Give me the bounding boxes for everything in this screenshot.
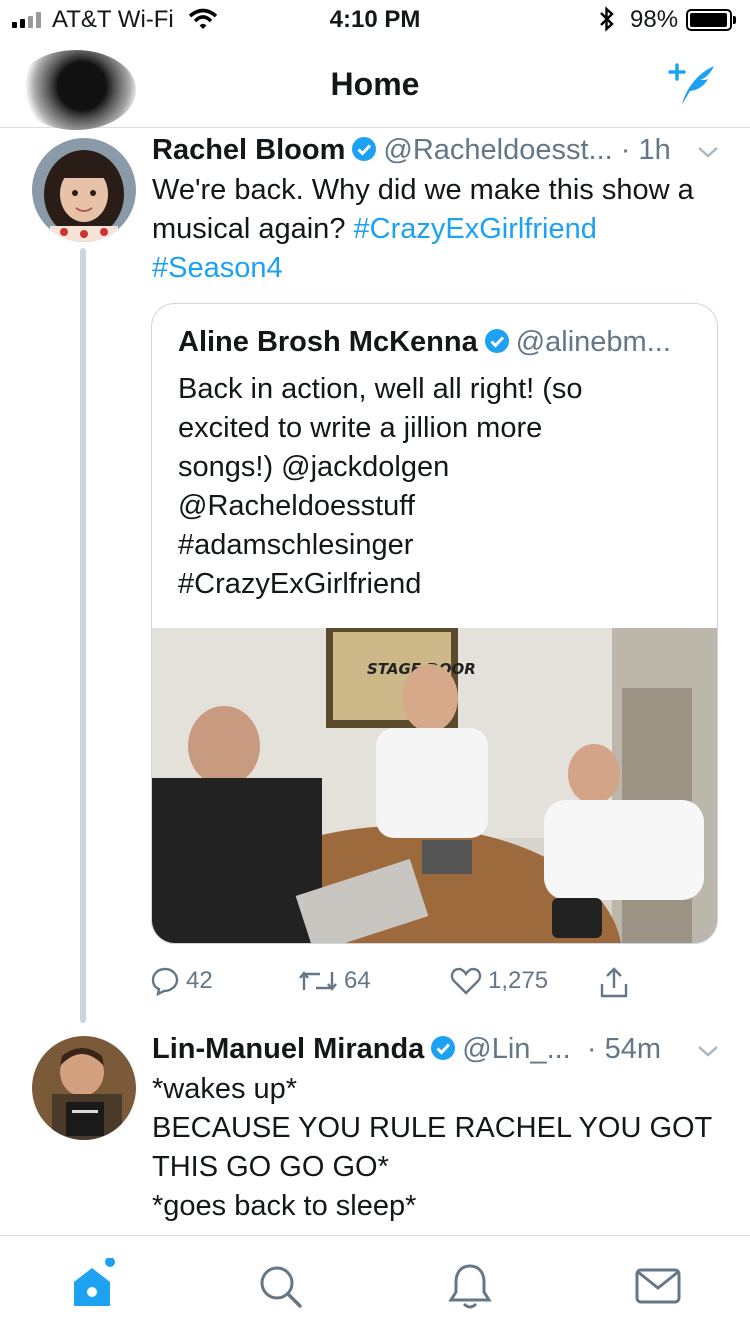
- quoted-tweet-header: Aline Brosh McKenna @alinebm...: [178, 326, 671, 359]
- tweet-line: *wakes up*: [152, 1073, 298, 1105]
- compose-tweet-icon[interactable]: [664, 60, 718, 108]
- quoted-tweet-card[interactable]: Aline Brosh McKenna @alinebm... Back in a…: [151, 303, 718, 944]
- share-button[interactable]: [598, 966, 630, 1000]
- nav-bar: Home: [0, 40, 750, 130]
- quoted-line: excited to write a jillion more: [178, 412, 543, 444]
- tweet-header: Lin-Manuel Miranda @Lin_... · 54m: [152, 1033, 661, 1066]
- author-name[interactable]: Rachel Bloom: [152, 134, 345, 166]
- quoted-author-handle: @alinebm...: [515, 326, 671, 358]
- tweet-photo[interactable]: STAGE DOOR: [152, 628, 718, 944]
- quoted-author-name: Aline Brosh McKenna: [178, 326, 478, 358]
- retweet-button[interactable]: 64: [298, 966, 371, 996]
- thread-line: [80, 248, 86, 1023]
- like-button[interactable]: 1,275: [450, 966, 548, 996]
- search-icon[interactable]: [252, 1258, 308, 1314]
- author-name[interactable]: Lin-Manuel Miranda: [152, 1033, 424, 1065]
- retweet-icon: [299, 971, 337, 991]
- tweet-header: Rachel Bloom @Racheldoesst... · 1h: [152, 134, 671, 167]
- battery-percent: 98%: [630, 6, 679, 33]
- messages-icon[interactable]: [630, 1258, 686, 1314]
- reply-count: 42: [186, 967, 213, 994]
- status-bar: AT&T Wi-Fi 4:10 PM 98%: [0, 0, 750, 40]
- battery-icon: [686, 9, 736, 31]
- hashtag-link[interactable]: #Season4: [152, 252, 283, 284]
- tweet-lin-manuel[interactable]: Lin-Manuel Miranda @Lin_... · 54m *wakes …: [0, 1023, 750, 1235]
- quoted-line: @Racheldoesstuff: [178, 490, 415, 522]
- avatar-rachel[interactable]: [32, 138, 136, 242]
- quoted-line: #CrazyExGirlfriend: [178, 568, 422, 600]
- hashtag-link[interactable]: #CrazyExGirlfriend: [354, 213, 597, 245]
- tweet-text: *wakes up* BECAUSE YOU RULE RACHEL YOU G…: [152, 1070, 732, 1226]
- tweet-time: · 54m: [586, 1033, 662, 1065]
- like-count: 1,275: [488, 967, 549, 994]
- tweet-time: · 1h: [620, 134, 671, 166]
- page-title: Home: [330, 66, 420, 102]
- chevron-down-icon[interactable]: [696, 1043, 720, 1059]
- verified-badge-icon: [484, 329, 509, 353]
- tweet-line: *goes back to sleep*: [152, 1190, 417, 1222]
- tab-bar: [0, 1235, 750, 1334]
- share-icon: [600, 967, 628, 998]
- notifications-icon[interactable]: [442, 1258, 498, 1314]
- tweet-text: We're back. Why did we make this show a …: [152, 171, 732, 288]
- reply-icon: [151, 967, 179, 996]
- author-handle[interactable]: @Lin_...: [462, 1033, 570, 1065]
- tweet-actions: 42 64 1,275: [150, 966, 670, 1006]
- tweet-line: THIS GO GO GO*: [152, 1151, 389, 1183]
- reply-button[interactable]: 42: [150, 966, 213, 996]
- author-handle[interactable]: @Racheldoesst...: [383, 134, 612, 166]
- quoted-line: Back in action, well all right! (so: [178, 373, 583, 405]
- heart-icon: [450, 967, 482, 995]
- retweet-count: 64: [344, 967, 371, 994]
- chevron-down-icon[interactable]: [696, 144, 720, 160]
- avatar-lin-manuel[interactable]: [32, 1036, 136, 1140]
- quoted-tweet-text: Back in action, well all right! (so exci…: [178, 370, 698, 604]
- bluetooth-icon: [600, 6, 614, 32]
- quoted-line: #adamschlesinger: [178, 529, 414, 561]
- quoted-line: songs!) @jackdolgen: [178, 451, 450, 483]
- battery-fill: [690, 13, 728, 27]
- home-icon[interactable]: [64, 1258, 120, 1314]
- verified-badge-icon: [352, 137, 377, 161]
- tweet-line: BECAUSE YOU RULE RACHEL YOU GOT: [152, 1112, 713, 1144]
- verified-badge-icon: [431, 1036, 456, 1060]
